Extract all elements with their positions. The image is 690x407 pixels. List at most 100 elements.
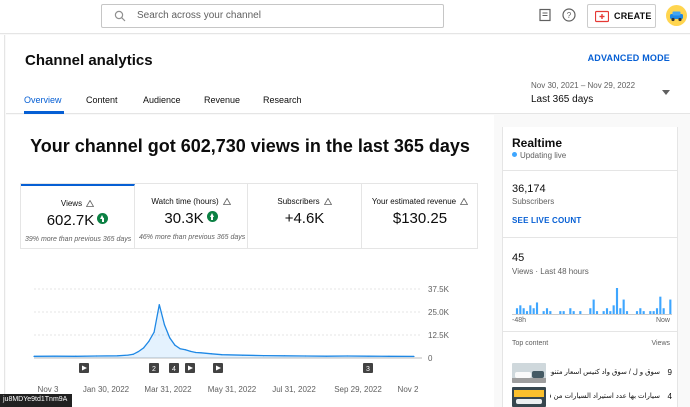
metric-label: Views <box>60 199 83 208</box>
x-tick-label: May 31, 2022 <box>208 385 257 394</box>
series-area <box>34 304 414 358</box>
realtime-bar <box>619 308 622 314</box>
chart-event-marker[interactable]: 3 <box>363 363 373 373</box>
data-point <box>153 331 155 333</box>
date-range-selector[interactable]: Nov 30, 2021 – Nov 29, 2022 Last 365 day… <box>531 81 635 105</box>
trend-up-icon <box>97 213 109 224</box>
realtime-bar <box>542 311 545 314</box>
views-column-label: Views <box>651 340 670 347</box>
data-point <box>116 355 119 357</box>
tab-audience[interactable]: Audience <box>143 95 181 105</box>
avatar[interactable] <box>666 5 687 26</box>
x-tick-label: Sep 29, 2022 <box>334 385 382 394</box>
search-input[interactable]: Search across your channel <box>101 4 444 28</box>
realtime-bar <box>655 308 659 314</box>
divider <box>503 237 677 238</box>
car-avatar-icon <box>670 11 683 22</box>
top-content-row[interactable]: سيارات بها عدد استيراد السيارات من فرنسا… <box>512 387 672 407</box>
data-point <box>200 352 202 354</box>
realtime-bar <box>659 296 662 314</box>
metric-card-views[interactable]: Views 602.7K 39% more than previous 365 … <box>21 184 135 248</box>
metric-value: 602.7K <box>46 212 95 229</box>
axis-start: -48h <box>512 317 527 324</box>
metric-value: +4.6K <box>284 210 325 227</box>
y-tick-label: 0 <box>428 354 433 363</box>
data-point <box>304 355 307 357</box>
create-label: CREATE <box>614 11 652 21</box>
video-thumbnail <box>512 387 546 407</box>
metric-card-watch-time[interactable]: Watch time (hours) 30.3K 46% more than p… <box>135 184 248 248</box>
data-point <box>54 355 56 357</box>
tab-content[interactable]: Content <box>86 95 118 105</box>
search-icon <box>114 10 126 22</box>
chart-event-marker[interactable] <box>213 363 223 373</box>
metric-value: 30.3K <box>164 210 204 227</box>
live-dot-icon <box>512 152 517 157</box>
data-point <box>210 353 213 355</box>
data-point <box>137 350 139 353</box>
analytics-header: Channel analytics ADVANCED MODE Overview… <box>6 35 690 114</box>
realtime-views-label: Views · Last 48 hours <box>512 267 589 276</box>
tab-overview[interactable]: Overview <box>24 95 62 105</box>
metric-card-subscribers[interactable]: Subscribers +4.6K <box>248 184 362 248</box>
data-point <box>367 355 369 357</box>
realtime-bar <box>652 311 655 314</box>
realtime-bar <box>589 308 592 314</box>
page-title: Channel analytics <box>25 52 153 69</box>
realtime-bar-chart <box>512 288 672 315</box>
warning-icon <box>460 198 469 205</box>
svg-text:3: 3 <box>366 366 370 373</box>
y-tick-label: 25.0K <box>428 308 450 317</box>
chevron-down-icon[interactable] <box>662 90 670 95</box>
data-point <box>132 353 134 355</box>
x-tick-label: Jan 30, 2022 <box>83 385 130 394</box>
data-point <box>184 349 186 351</box>
chart-event-marker[interactable]: 2 <box>149 363 159 373</box>
chart-event-marker[interactable] <box>185 363 195 373</box>
realtime-bar <box>572 311 575 314</box>
tab-revenue[interactable]: Revenue <box>204 95 240 105</box>
chart-event-marker[interactable]: 4 <box>169 363 179 373</box>
metric-comparison: 39% more than previous 365 days <box>25 236 132 243</box>
divider <box>503 331 677 332</box>
realtime-bar <box>569 308 572 314</box>
realtime-bar <box>535 302 539 314</box>
data-point <box>221 354 223 356</box>
create-button[interactable]: CREATE <box>587 4 656 28</box>
realtime-bar <box>562 311 565 314</box>
data-point <box>33 355 35 357</box>
data-point <box>179 348 181 350</box>
trend-up-icon <box>206 211 218 222</box>
search-placeholder: Search across your channel <box>137 10 261 21</box>
data-point <box>163 324 166 326</box>
warning-icon <box>86 200 95 207</box>
see-live-count-link[interactable]: SEE LIVE COUNT <box>512 216 581 225</box>
video-thumbnail <box>512 363 546 383</box>
realtime-bar <box>529 305 532 314</box>
metric-comparison: 46% more than previous 365 days <box>139 234 246 241</box>
tab-research[interactable]: Research <box>263 95 302 105</box>
advanced-mode-button[interactable]: ADVANCED MODE <box>588 53 670 63</box>
metric-label: Your estimated revenue <box>371 197 457 206</box>
data-point <box>169 337 171 339</box>
realtime-bar <box>592 299 595 314</box>
feedback-icon[interactable] <box>537 7 553 23</box>
realtime-bar <box>625 311 629 314</box>
warning-icon <box>222 198 231 205</box>
top-content-row[interactable]: سوق و ل / سوق واد كنيس أسعار متنوعة 9 <box>512 363 672 383</box>
help-icon[interactable]: ? <box>561 7 577 23</box>
data-point <box>75 355 77 357</box>
top-content-label: Top content <box>512 340 549 347</box>
views-line-chart: 37.5K 25.0K 12.5K 0 2 4 3 Nov 3 Jan 30, 2022 Mar … <box>33 285 450 394</box>
data-point <box>388 355 390 357</box>
y-tick-label: 12.5K <box>428 331 450 340</box>
svg-text:4: 4 <box>172 366 176 373</box>
metric-card-revenue[interactable]: Your estimated revenue $130.25 <box>362 184 478 248</box>
data-point <box>96 355 98 357</box>
realtime-bar <box>615 288 619 314</box>
metric-cards: Views 602.7K 39% more than previous 365 … <box>20 183 478 249</box>
warning-icon <box>323 198 332 205</box>
y-tick-label: 37.5K <box>428 285 450 294</box>
chart-event-marker[interactable] <box>79 363 89 373</box>
realtime-bar <box>519 305 522 314</box>
